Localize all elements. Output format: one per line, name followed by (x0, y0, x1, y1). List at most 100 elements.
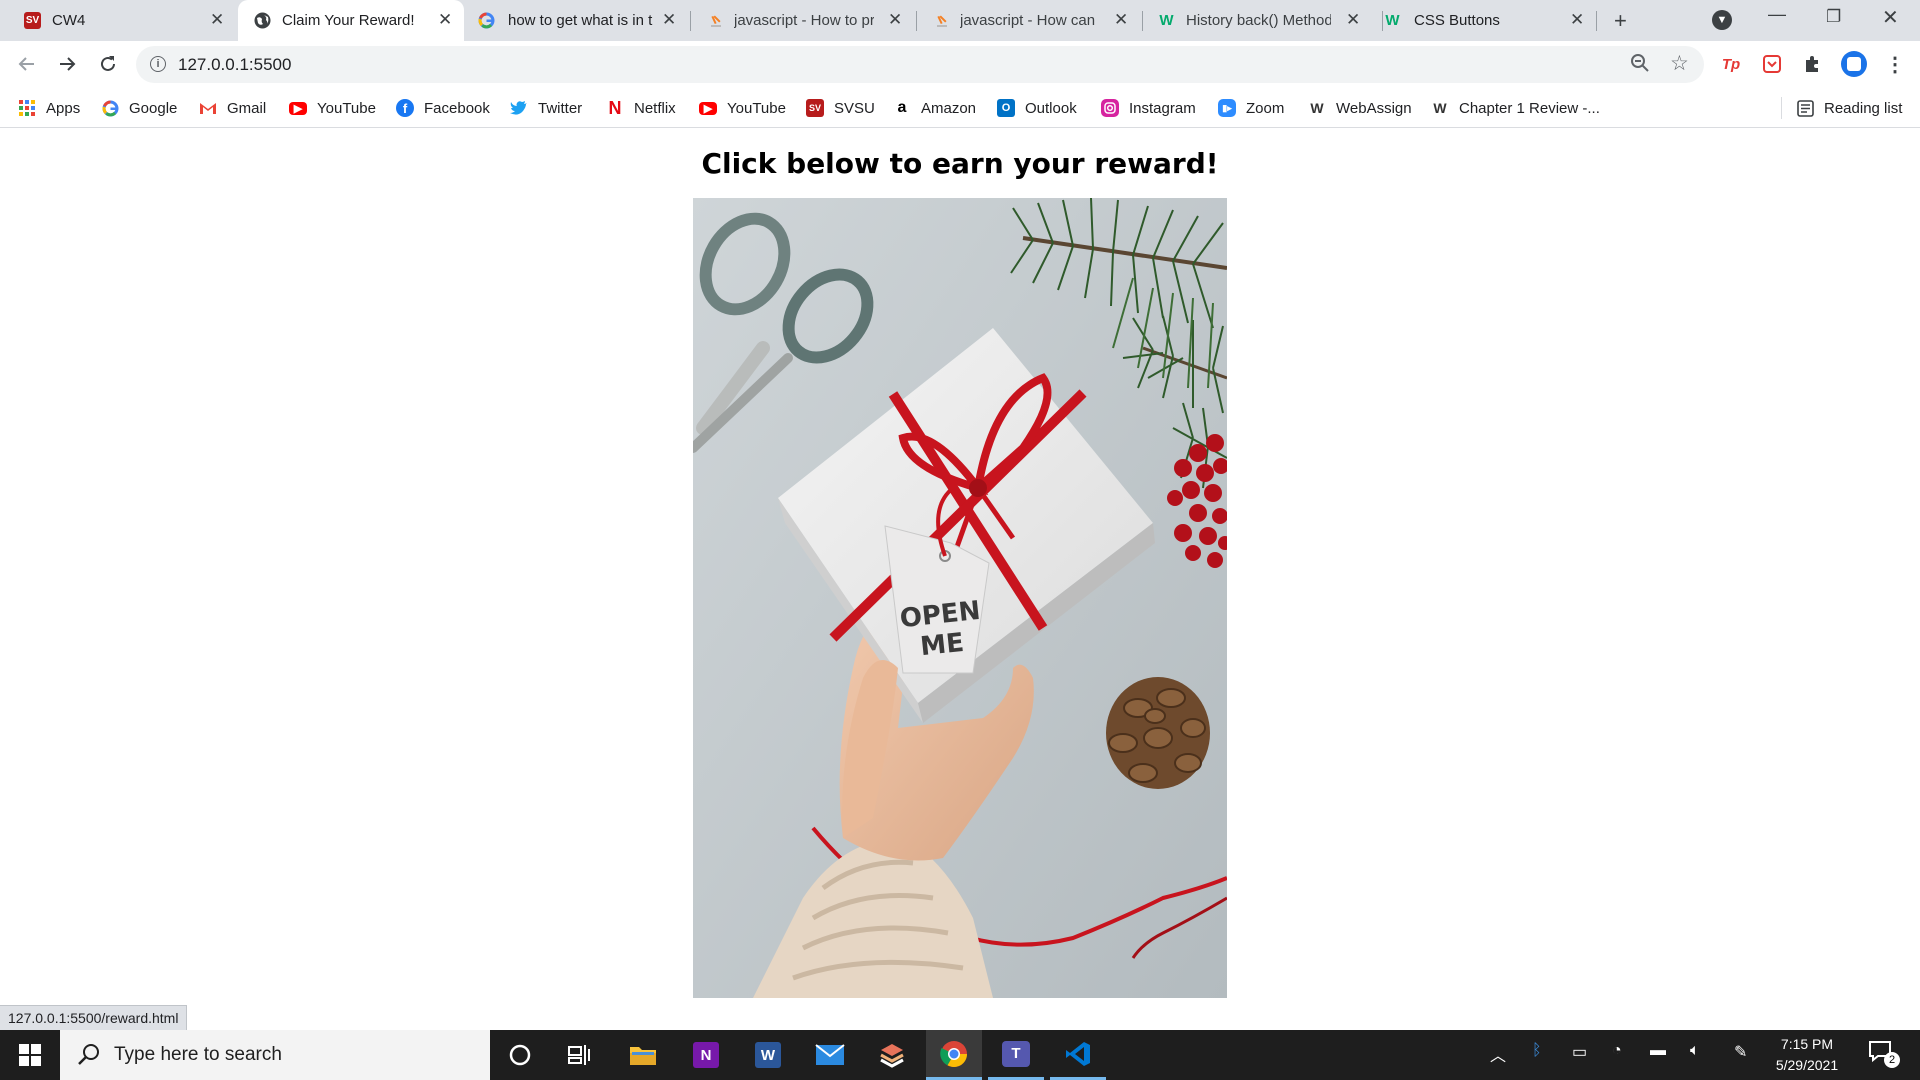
tp-extension-icon[interactable]: Tp (1720, 53, 1742, 75)
tab-divider (916, 11, 917, 31)
mail-button[interactable] (802, 1030, 858, 1080)
word-button[interactable]: W (740, 1030, 796, 1080)
reward-gift-image[interactable]: OPEN ME (693, 198, 1227, 998)
bookmark-twitter[interactable]: Twitter (510, 88, 582, 128)
tab-cw4[interactable]: SV CW4 ✕ (0, 0, 236, 41)
tab-claim-reward[interactable]: Claim Your Reward! ✕ (238, 0, 464, 41)
close-tab-icon[interactable]: ✕ (210, 10, 224, 30)
gmail-icon (199, 99, 217, 117)
bookmark-google[interactable]: Google (101, 88, 177, 128)
cortana-button[interactable] (492, 1030, 548, 1080)
bookmark-youtube-2[interactable]: ▶ YouTube (699, 88, 786, 128)
tab-strip: SV CW4 ✕ Claim Your Reward! ✕ how to get… (0, 0, 1920, 41)
tab-history-back[interactable]: W History back() Method ✕ (1144, 0, 1382, 41)
bookmark-star-icon[interactable]: ☆ (1670, 51, 1689, 76)
bookmark-label: Chapter 1 Review -... (1459, 99, 1600, 117)
tag-text-line2: ME (919, 628, 966, 662)
minimize-icon[interactable]: — (1768, 4, 1786, 25)
bookmark-amazon[interactable]: a Amazon (893, 88, 976, 128)
mail-icon (815, 1044, 845, 1065)
battery-icon[interactable]: ▬ (1650, 1042, 1666, 1060)
stackoverflow-icon (708, 12, 725, 29)
bookmark-label: YouTube (727, 99, 786, 117)
onenote-button[interactable]: N (678, 1030, 734, 1080)
page-heading: Click below to earn your reward! (701, 147, 1219, 180)
pocket-extension-icon[interactable] (1761, 53, 1783, 75)
bookmark-zoom[interactable]: ▮▸ Zoom (1218, 88, 1284, 128)
volume-icon[interactable]: 🔈︎ (1690, 1042, 1700, 1060)
bluetooth-icon[interactable]: ᛒ (1532, 1042, 1542, 1060)
twitter-icon (510, 99, 528, 117)
meet-now-icon[interactable]: ▭ (1572, 1042, 1587, 1062)
action-center-button[interactable]: 2 (1868, 1040, 1900, 1070)
back-button[interactable] (14, 51, 40, 77)
pen-workspace-icon[interactable]: ✎ (1734, 1042, 1747, 1062)
system-clock[interactable]: 7:15 PM 5/29/2021 (1762, 1034, 1852, 1076)
bookmark-gmail[interactable]: Gmail (199, 88, 266, 128)
address-url[interactable]: 127.0.0.1:5500 (178, 55, 291, 75)
show-hidden-icons-icon[interactable]: ︿ (1490, 1042, 1506, 1066)
folder-icon (630, 1047, 656, 1065)
tab-google-search[interactable]: how to get what is in t ✕ (466, 0, 690, 41)
bookmark-webassign[interactable]: W WebAssign (1308, 88, 1411, 128)
profile-avatar[interactable] (1841, 51, 1867, 77)
tab-css-buttons[interactable]: W CSS Buttons ✕ (1384, 0, 1596, 41)
bookmark-apps[interactable]: Apps (18, 88, 80, 128)
netflix-icon: N (608, 97, 622, 118)
menu-kebab-icon[interactable]: ⋮ (1884, 53, 1906, 76)
close-tab-icon[interactable]: ✕ (438, 10, 452, 30)
status-bar-url: 127.0.0.1:5500/reward.html (0, 1005, 188, 1030)
vscode-button[interactable] (1050, 1030, 1106, 1080)
chrome-icon (940, 1040, 968, 1067)
reload-button[interactable] (95, 51, 121, 77)
chrome-button[interactable] (926, 1030, 982, 1080)
extensions-puzzle-icon[interactable] (1801, 53, 1823, 75)
outlook-icon: O (997, 99, 1015, 117)
svsu-icon: SV (806, 99, 824, 117)
close-tab-icon[interactable]: ✕ (662, 10, 676, 30)
close-tab-icon[interactable]: ✕ (1570, 10, 1584, 30)
site-info-icon[interactable]: i (150, 56, 166, 72)
reading-list-button[interactable]: Reading list (1796, 88, 1902, 128)
bookmark-outlook[interactable]: O Outlook (997, 88, 1077, 128)
tab-search-icon[interactable]: ▼ (1712, 10, 1732, 30)
teams-button[interactable]: T (988, 1030, 1044, 1080)
zoom-icon[interactable] (1630, 53, 1650, 79)
restore-icon[interactable]: ❐ (1826, 7, 1841, 27)
window-close-icon[interactable]: ✕ (1882, 5, 1899, 30)
clock-date: 5/29/2021 (1775, 1057, 1839, 1073)
bookmark-svsu[interactable]: SV SVSU (806, 88, 875, 128)
forward-button[interactable] (54, 51, 80, 77)
close-tab-icon[interactable]: ✕ (888, 10, 902, 30)
start-button[interactable] (0, 1030, 60, 1080)
sticky-app-button[interactable] (864, 1030, 920, 1080)
tab-stackoverflow-2[interactable]: javascript - How can I ✕ (918, 0, 1142, 41)
tab-title: javascript - How can I (960, 12, 1100, 29)
gift-photo-illustration: OPEN ME (693, 198, 1227, 998)
tab-divider (1142, 11, 1143, 31)
notification-badge: 2 (1884, 1052, 1900, 1068)
address-bar[interactable]: i 127.0.0.1:5500 ☆ (136, 46, 1704, 83)
bookmark-facebook[interactable]: f Facebook (396, 88, 490, 128)
bookmark-chapter-review[interactable]: W Chapter 1 Review -... (1431, 88, 1600, 128)
svsu-icon: SV (24, 12, 41, 29)
task-view-button[interactable] (552, 1030, 608, 1080)
tab-divider (1382, 11, 1383, 31)
tab-title: CSS Buttons (1414, 12, 1500, 29)
bookmark-label: Google (129, 99, 178, 117)
tab-title: how to get what is in t (508, 12, 653, 29)
file-explorer-button[interactable] (615, 1030, 671, 1080)
tab-stackoverflow-1[interactable]: javascript - How to pri ✕ (692, 0, 916, 41)
bookmark-youtube[interactable]: ▶ YouTube (289, 88, 376, 128)
new-tab-icon[interactable]: + (1614, 8, 1627, 34)
bookmark-netflix[interactable]: N Netflix (606, 88, 676, 128)
close-tab-icon[interactable]: ✕ (1114, 10, 1128, 30)
bookmark-instagram[interactable]: Instagram (1101, 88, 1196, 128)
page-content: Click below to earn your reward! OPEN ME (0, 129, 1920, 1030)
google-icon (478, 12, 495, 29)
close-tab-icon[interactable]: ✕ (1346, 10, 1360, 30)
wifi-icon[interactable]: ◔ (1612, 1042, 1622, 1060)
search-icon (78, 1044, 99, 1065)
taskbar-search-box[interactable]: Type here to search (60, 1030, 490, 1080)
bookmark-label: Outlook (1025, 99, 1077, 117)
